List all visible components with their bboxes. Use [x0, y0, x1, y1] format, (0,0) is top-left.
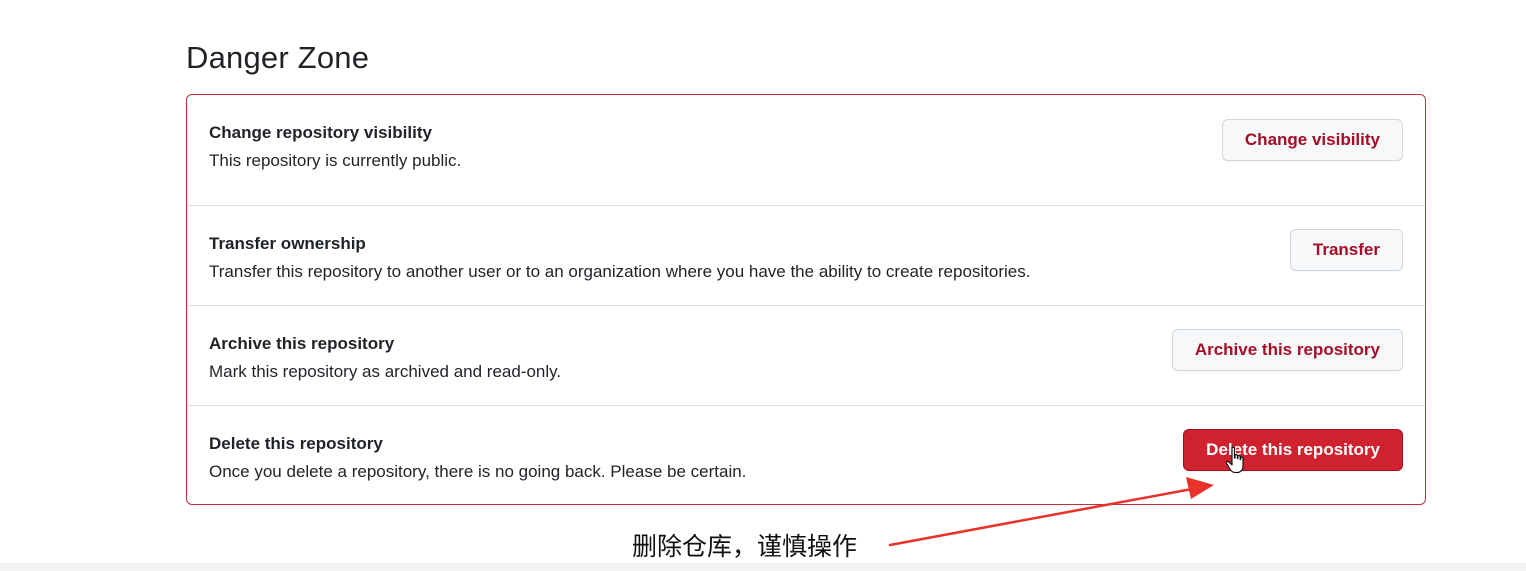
transfer-row-description: Transfer this repository to another user… — [209, 262, 1031, 281]
transfer-row-title: Transfer ownership — [209, 234, 366, 253]
settings-page: Danger Zone Change repository visibility… — [0, 0, 1526, 571]
change-visibility-button[interactable]: Change visibility — [1221, 119, 1403, 161]
bottom-divider — [0, 563, 1526, 571]
archive-row-title: Archive this repository — [209, 334, 395, 353]
danger-zone-title: Danger Zone — [186, 40, 370, 75]
transfer-row: Transfer ownership Transfer this reposit… — [187, 206, 1425, 305]
delete-row: Delete this repository Once you delete a… — [187, 405, 1425, 505]
transfer-button[interactable]: Transfer — [1289, 229, 1403, 271]
archive-row: Archive this repository Mark this reposi… — [187, 305, 1425, 405]
delete-row-title: Delete this repository — [209, 434, 383, 453]
delete-repository-button[interactable]: Delete this repository — [1183, 429, 1403, 471]
archive-row-description: Mark this repository as archived and rea… — [209, 362, 562, 381]
delete-row-description: Once you delete a repository, there is n… — [209, 462, 747, 481]
visibility-row: Change repository visibility This reposi… — [187, 95, 1425, 206]
visibility-row-title: Change repository visibility — [209, 123, 432, 142]
danger-zone-box: Change repository visibility This reposi… — [186, 94, 1426, 505]
archive-repository-button[interactable]: Archive this repository — [1171, 329, 1403, 371]
annotation-label: 删除仓库，谨慎操作 — [632, 532, 858, 561]
visibility-row-description: This repository is currently public. — [209, 151, 462, 170]
